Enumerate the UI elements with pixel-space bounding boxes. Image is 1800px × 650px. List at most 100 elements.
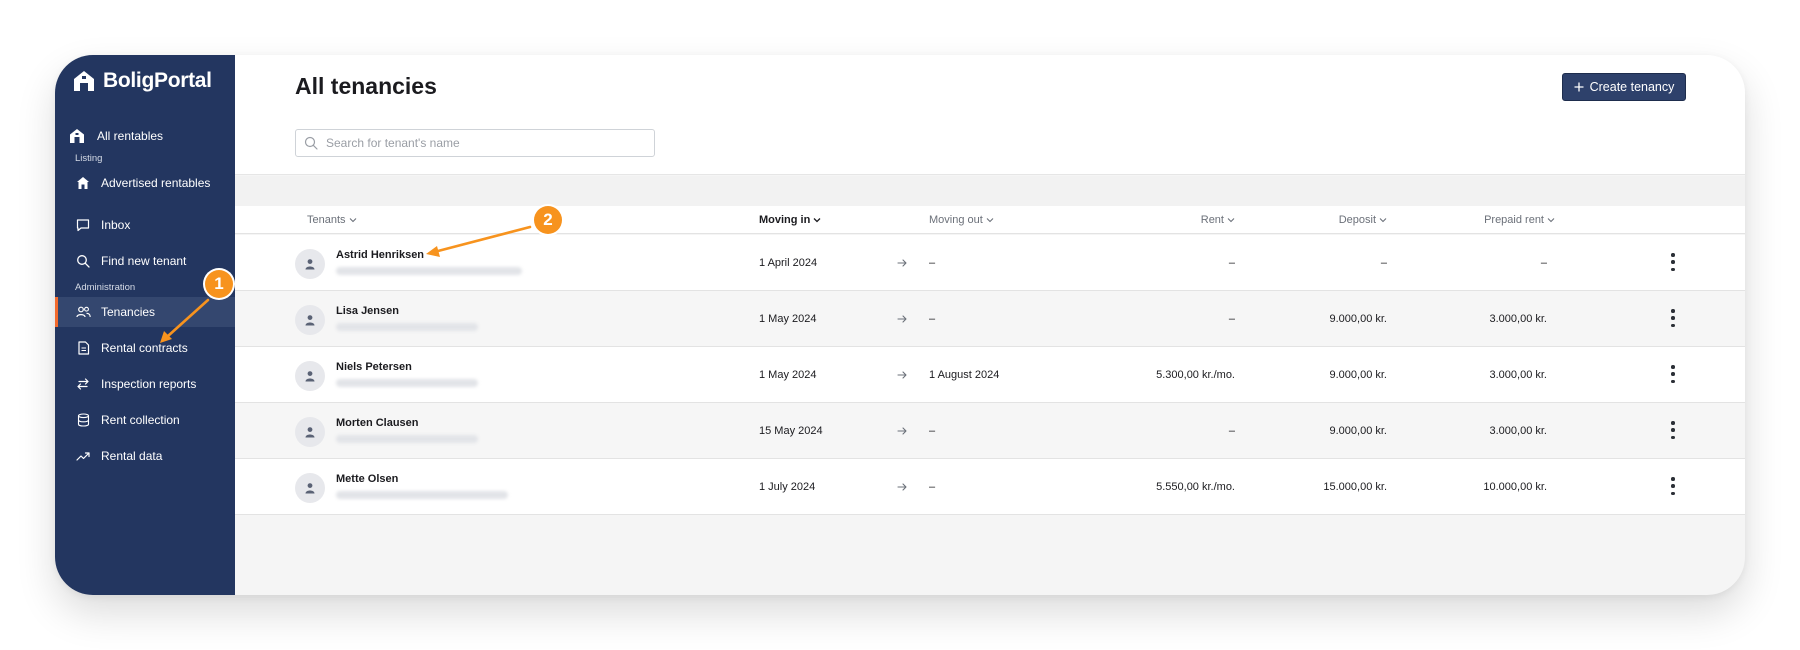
moving-in-cell: 1 May 2024 xyxy=(759,369,817,381)
create-tenancy-button[interactable]: Create tenancy xyxy=(1562,73,1686,101)
column-label: Moving in xyxy=(759,214,811,226)
table-row[interactable]: Astrid Henriksen 1 April 2024 – – – – xyxy=(235,235,1745,291)
redacted-email xyxy=(336,491,508,499)
redacted-email xyxy=(336,379,478,387)
rent-cell: 5.300,00 kr./mo. xyxy=(1156,369,1235,381)
avatar xyxy=(295,473,325,503)
column-label: Prepaid rent xyxy=(1484,214,1544,226)
tenant-name[interactable]: Lisa Jensen xyxy=(336,305,399,317)
rent-cell: – xyxy=(1228,313,1235,325)
person-icon xyxy=(305,483,315,494)
sidebar-item-label: Find new tenant xyxy=(101,254,187,268)
sidebar-item-tenancies[interactable]: Tenancies xyxy=(55,297,235,327)
more-options-icon[interactable] xyxy=(1669,365,1677,383)
moving-in-cell: 1 July 2024 xyxy=(759,481,816,493)
search-icon xyxy=(75,253,91,269)
avatar xyxy=(295,305,325,335)
prepaid-rent-cell: 3.000,00 kr. xyxy=(1489,425,1548,437)
annotation-badge-2: 2 xyxy=(534,206,562,234)
filter-band xyxy=(235,176,1745,206)
table-row[interactable]: Mette Olsen 1 July 2024 – 5.550,00 kr./m… xyxy=(235,459,1745,515)
deposit-cell: 9.000,00 kr. xyxy=(1329,369,1388,381)
column-header-moving-in[interactable]: Moving in xyxy=(759,214,821,226)
moving-in-cell: 1 May 2024 xyxy=(759,313,817,325)
chat-icon xyxy=(75,217,91,233)
table-header: Tenants Moving in Moving out Rent Deposi… xyxy=(235,206,1745,234)
sidebar-item-rental-contracts[interactable]: Rental contracts xyxy=(55,333,235,363)
avatar xyxy=(295,361,325,391)
table-row[interactable]: Niels Petersen 1 May 2024 1 August 2024 … xyxy=(235,347,1745,403)
sidebar: BoligPortal All rentables Listing Advert… xyxy=(55,55,235,595)
redacted-email xyxy=(336,435,478,443)
column-header-prepaid-rent[interactable]: Prepaid rent xyxy=(1425,214,1555,226)
plus-icon xyxy=(1574,82,1584,92)
swap-icon xyxy=(75,376,91,392)
person-icon xyxy=(305,427,315,438)
moving-out-cell: – xyxy=(929,481,936,493)
more-options-icon[interactable] xyxy=(1669,421,1677,439)
moving-out-cell: – xyxy=(929,425,936,437)
arrow-right-icon xyxy=(897,315,907,323)
prepaid-rent-cell: – xyxy=(1540,257,1547,269)
moving-out-cell: – xyxy=(929,257,936,269)
column-header-rent[interactable]: Rent xyxy=(1155,214,1235,226)
logo-text: BoligPortal xyxy=(103,69,212,92)
house-icon xyxy=(69,128,85,144)
logo[interactable]: BoligPortal xyxy=(73,69,212,93)
more-options-icon[interactable] xyxy=(1669,309,1677,327)
app-window: BoligPortal All rentables Listing Advert… xyxy=(55,55,1745,595)
rent-cell: 5.550,00 kr./mo. xyxy=(1156,481,1235,493)
sidebar-item-all-rentables[interactable]: All rentables xyxy=(55,121,235,151)
rent-cell: – xyxy=(1228,257,1235,269)
moving-out-cell: – xyxy=(929,313,936,325)
sidebar-item-rent-collection[interactable]: Rent collection xyxy=(55,405,235,435)
column-header-moving-out[interactable]: Moving out xyxy=(929,214,994,226)
chevron-down-icon xyxy=(1547,218,1555,223)
moving-in-cell: 1 April 2024 xyxy=(759,257,818,269)
sidebar-item-find-new-tenant[interactable]: Find new tenant xyxy=(55,246,235,276)
table-row[interactable]: Lisa Jensen 1 May 2024 – – 9.000,00 kr. … xyxy=(235,291,1745,347)
sidebar-item-inbox[interactable]: Inbox xyxy=(55,210,235,240)
column-header-tenants[interactable]: Tenants xyxy=(307,214,357,226)
deposit-cell: – xyxy=(1380,257,1387,269)
sidebar-item-advertised-rentables[interactable]: Advertised rentables xyxy=(55,168,235,198)
redacted-email xyxy=(336,323,478,331)
sidebar-item-label: Inbox xyxy=(101,218,131,232)
sidebar-item-label: Rental contracts xyxy=(101,341,188,355)
table-row[interactable]: Morten Clausen 15 May 2024 – – 9.000,00 … xyxy=(235,403,1745,459)
rent-cell: – xyxy=(1228,425,1235,437)
sidebar-item-rental-data[interactable]: Rental data xyxy=(55,441,235,471)
chevron-down-icon xyxy=(349,218,356,223)
avatar xyxy=(295,417,325,447)
column-label: Moving out xyxy=(929,214,983,226)
document-icon xyxy=(75,340,91,356)
person-icon xyxy=(305,371,315,382)
chevron-down-icon xyxy=(813,218,821,223)
search-input[interactable] xyxy=(326,136,646,150)
person-icon xyxy=(305,259,315,270)
more-options-icon[interactable] xyxy=(1669,253,1677,271)
deposit-cell: 15.000,00 kr. xyxy=(1323,481,1387,493)
sidebar-item-label: All rentables xyxy=(97,129,164,143)
column-header-deposit[interactable]: Deposit xyxy=(1287,214,1387,226)
annotation-badge-1: 1 xyxy=(205,270,233,298)
arrow-right-icon xyxy=(897,371,907,379)
sidebar-item-label: Inspection reports xyxy=(101,377,197,391)
sidebar-item-label: Rent collection xyxy=(101,413,180,427)
tenant-name[interactable]: Niels Petersen xyxy=(336,361,412,373)
search-box[interactable] xyxy=(295,129,655,157)
tenant-name[interactable]: Mette Olsen xyxy=(336,473,398,485)
tenant-name[interactable]: Astrid Henriksen xyxy=(336,249,424,261)
more-options-icon[interactable] xyxy=(1669,477,1677,495)
sidebar-item-inspection-reports[interactable]: Inspection reports xyxy=(55,369,235,399)
home-icon xyxy=(75,175,91,191)
prepaid-rent-cell: 10.000,00 kr. xyxy=(1483,481,1547,493)
sidebar-item-label: Rental data xyxy=(101,449,163,463)
tenant-name[interactable]: Morten Clausen xyxy=(336,417,419,429)
column-label: Rent xyxy=(1200,214,1224,226)
column-label: Tenants xyxy=(307,214,346,226)
redacted-email xyxy=(336,267,522,275)
trend-icon xyxy=(75,448,91,464)
person-icon xyxy=(305,315,315,326)
arrow-right-icon xyxy=(897,483,907,491)
